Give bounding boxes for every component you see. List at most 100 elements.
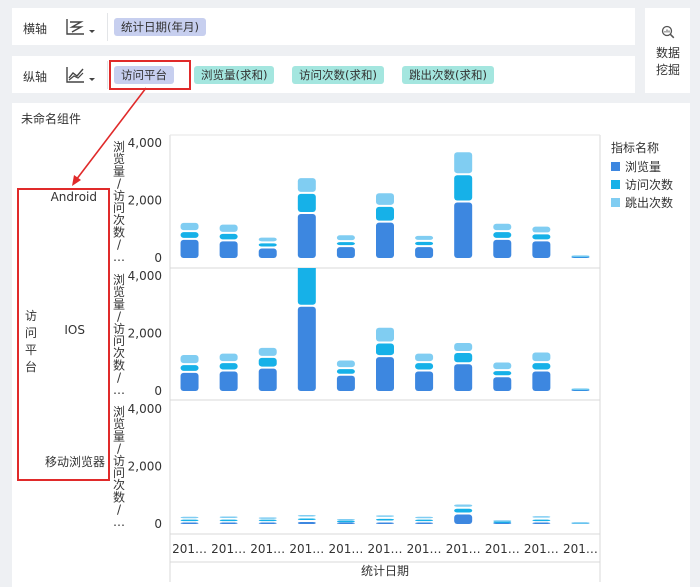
bar-segment: [532, 363, 551, 370]
bar-segment: [180, 372, 199, 391]
bar-segment: [336, 369, 355, 374]
bar-segment: [297, 521, 316, 524]
y-tick-label: 0: [154, 517, 162, 531]
bar-segment: [415, 363, 434, 370]
bar-segment: [258, 368, 277, 391]
legend-swatch: [611, 198, 620, 207]
bar-segment: [454, 202, 473, 258]
highlight-arrow-head: [72, 175, 81, 186]
bar-segment: [415, 353, 434, 362]
bar-segment: [258, 347, 277, 356]
bar-segment: [376, 343, 394, 356]
x-tick-label: 201…: [524, 542, 559, 556]
bar-segment: [219, 241, 238, 258]
bar-segment: [219, 371, 238, 391]
bar-segment: [297, 515, 316, 517]
bar-segment: [454, 175, 473, 201]
bar-segment: [376, 522, 394, 524]
bar-segment: [532, 516, 551, 518]
row-bars: [180, 268, 590, 391]
bar-segment: [415, 247, 434, 258]
bar-segment: [336, 242, 355, 246]
bar-segment: [376, 327, 394, 342]
y-tick-label: 4,000: [128, 402, 162, 416]
bar-segment: [532, 371, 551, 391]
bar-segment: [415, 371, 434, 391]
y-axis-title: …: [113, 250, 125, 264]
bar-segment: [297, 518, 316, 520]
bar-segment: [493, 377, 512, 391]
bar-segment: [532, 519, 551, 522]
x-tick-label: 201…: [485, 542, 520, 556]
legend-title: 指标名称: [611, 140, 659, 155]
bar-segment: [493, 232, 512, 238]
bar-segment: [219, 353, 238, 362]
bar-segment: [454, 152, 473, 174]
bar-segment: [219, 233, 238, 240]
x-tick-label: 201…: [368, 542, 403, 556]
bar-segment: [336, 519, 355, 521]
bar-segment: [532, 234, 551, 240]
bar-segment: [376, 515, 394, 517]
bar-segment: [180, 232, 199, 238]
x-tick-label: 201…: [446, 542, 481, 556]
bar-segment: [532, 522, 551, 524]
y-tick-label: 2,000: [128, 194, 162, 208]
y-tick-label: 2,000: [128, 460, 162, 474]
bar-segment: [219, 516, 238, 518]
bar-segment: [493, 239, 512, 258]
bar-segment: [415, 516, 434, 519]
bar-segment: [454, 342, 473, 352]
bar-segment: [180, 516, 199, 519]
bar-segment: [454, 504, 473, 507]
bar-segment: [532, 241, 551, 258]
y-tick-label: 2,000: [128, 327, 162, 341]
bar-segment: [219, 224, 238, 232]
bar-segment: [571, 255, 590, 257]
legend-item: 访问次数: [625, 177, 673, 192]
bar-segment: [454, 353, 473, 363]
bar-segment: [258, 519, 277, 522]
bar-segment: [415, 519, 434, 522]
legend-swatch: [611, 180, 620, 189]
bar-segment: [297, 193, 316, 212]
bar-segment: [297, 178, 316, 192]
row-bars: [180, 152, 590, 258]
x-axis-title: 统计日期: [361, 564, 409, 578]
bar-segment: [454, 508, 473, 513]
bar-segment: [258, 248, 277, 258]
row-bars: [180, 504, 590, 524]
bar-segment: [180, 522, 199, 524]
bar-segment: [258, 243, 277, 247]
bar-segment: [336, 522, 355, 524]
bar-segment: [376, 518, 394, 521]
bar-segment: [336, 235, 355, 241]
bar-segment: [336, 520, 355, 523]
bar-segment: [180, 222, 199, 231]
bar-segment: [415, 235, 434, 240]
x-tick-label: 201…: [328, 542, 363, 556]
y-tick-label: 0: [154, 384, 162, 398]
bar-segment: [297, 306, 316, 391]
y-axis-title: …: [113, 383, 125, 397]
legend-swatch: [611, 162, 620, 171]
bar-segment: [571, 388, 590, 390]
bar-segment: [336, 247, 355, 258]
bar-segment: [571, 522, 590, 524]
bar-segment: [180, 239, 199, 258]
x-tick-label: 201…: [172, 542, 207, 556]
y-tick-label: 4,000: [128, 269, 162, 283]
legend-item: 跳出次数: [625, 195, 673, 210]
bar-segment: [258, 522, 277, 524]
bar-segment: [180, 355, 199, 364]
bar-segment: [454, 364, 473, 391]
bar-segment: [493, 223, 512, 231]
bar-segment: [336, 375, 355, 391]
bar-segment: [219, 519, 238, 522]
highlight-arrow: [75, 87, 147, 181]
bar-segment: [336, 360, 355, 368]
bar-segment: [258, 517, 277, 519]
bar-segment: [376, 357, 394, 391]
x-tick-label: 201…: [250, 542, 285, 556]
x-tick-label: 201…: [407, 542, 442, 556]
